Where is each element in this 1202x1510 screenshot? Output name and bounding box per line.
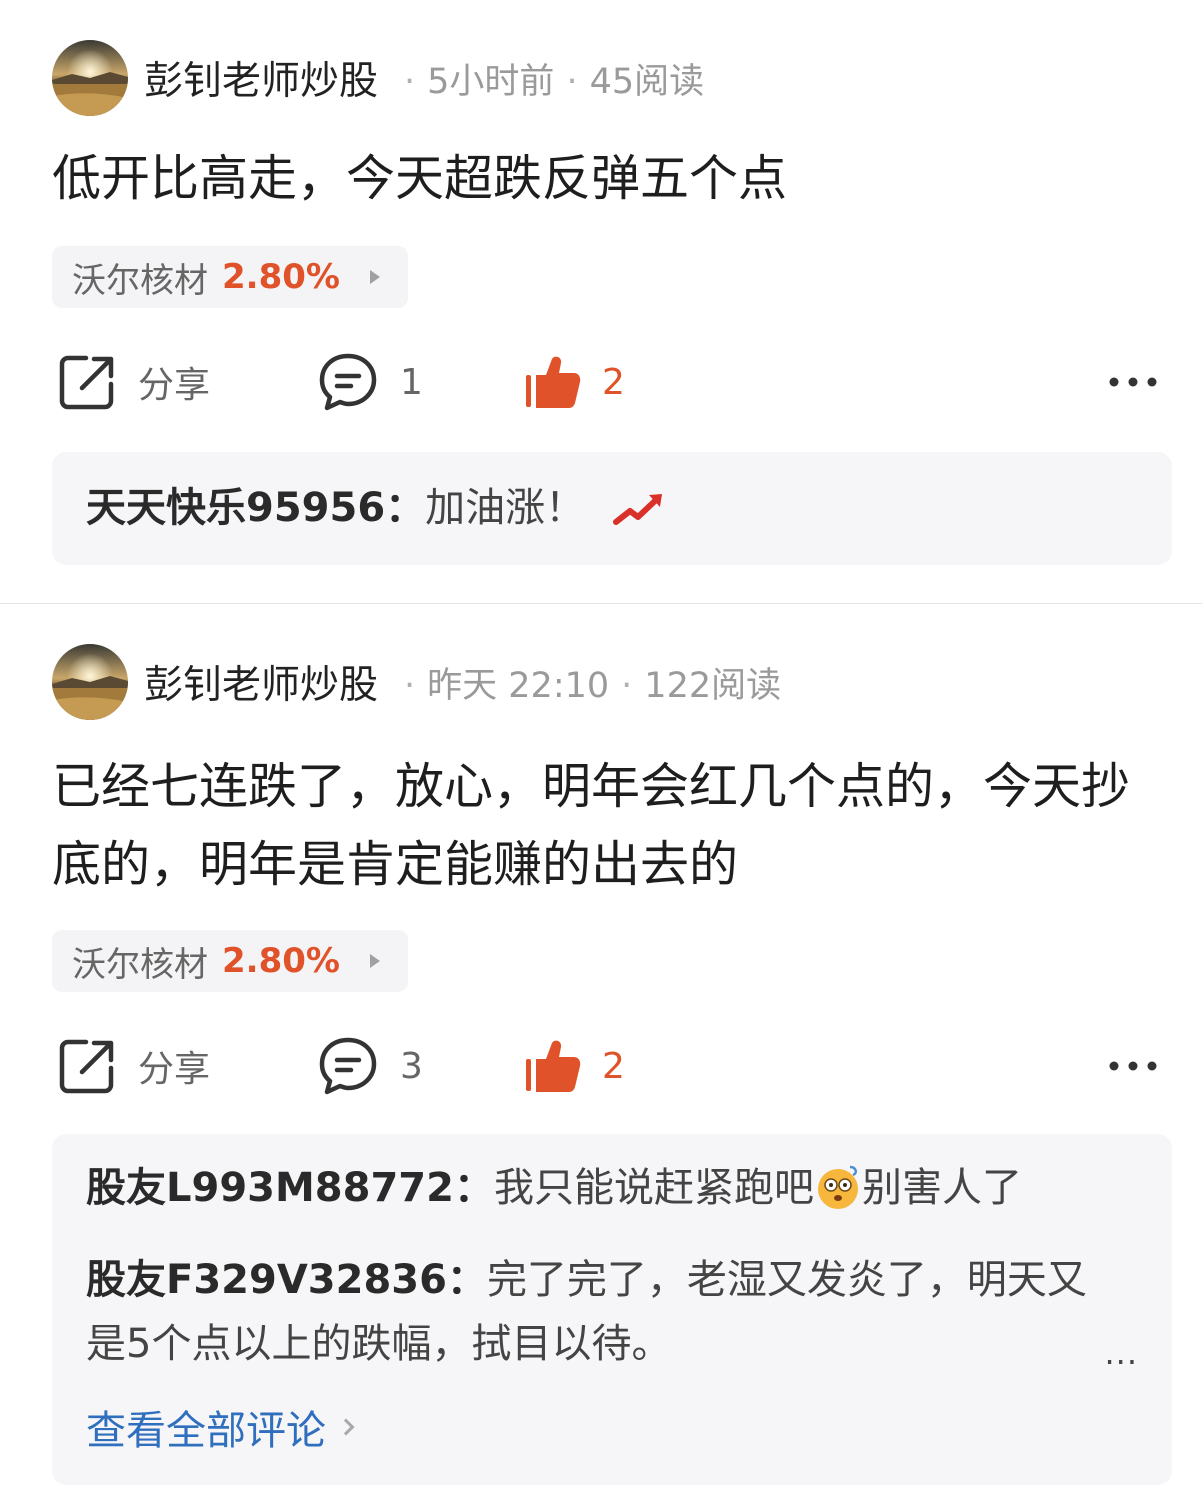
more-options-button[interactable] (1108, 1036, 1158, 1096)
read-count: 122阅读 (644, 665, 782, 706)
author-name[interactable]: 彭钊老师炒股 (144, 50, 378, 106)
thumbs-up-icon (526, 356, 581, 408)
more-icon (1109, 1061, 1157, 1071)
meta-separator: · (404, 665, 416, 706)
author-avatar[interactable] (52, 644, 128, 720)
like-button[interactable]: 2 (524, 352, 625, 412)
stock-change: 2.80% (222, 941, 340, 981)
post-card[interactable]: 彭钊老师炒股 · 昨天 22:10 · 122阅读 已经七连跌了，放心，明年会红几个点… (0, 604, 1202, 1510)
stock-name: 沃尔核材 (72, 260, 208, 301)
share-icon (59, 355, 114, 410)
post-content[interactable]: 低开比高走，今天超跌反弹五个点 (52, 140, 1162, 218)
comment-more-indicator[interactable]: ... (1104, 1334, 1138, 1372)
like-button[interactable]: 2 (524, 1036, 625, 1096)
meta-separator: · (566, 61, 578, 102)
view-all-label: 查看全部评论 (86, 1408, 326, 1454)
comment-text: 别害人了 (861, 1165, 1022, 1211)
post-time: 昨天 22:10 (427, 665, 610, 706)
share-label: 分享 (138, 1049, 211, 1090)
triangle-right-icon (369, 270, 380, 284)
share-button[interactable]: 分享 (58, 1036, 210, 1096)
comment-preview[interactable]: 天天快乐95956：加油涨！ (52, 452, 1172, 565)
chevron-right-icon (337, 1418, 355, 1436)
meta-separator: · (404, 61, 416, 102)
comment-preview[interactable]: 股友L993M88772：我只能说赶紧跑吧 别害人了 股友F329V32836：… (52, 1134, 1172, 1485)
author-avatar[interactable] (52, 40, 128, 116)
stock-tag[interactable]: 沃尔核材 2.80% (52, 246, 408, 308)
comment-icon (319, 1037, 377, 1095)
comment-text: 我只能说赶紧跑吧 (493, 1165, 814, 1211)
share-label: 分享 (138, 365, 211, 406)
post-card[interactable]: 彭钊老师炒股 · 5小时前 · 45阅读 低开比高走，今天超跌反弹五个点 沃尔核材 2… (0, 0, 1202, 603)
post-meta: · 5小时前 · 45阅读 (392, 53, 704, 104)
post-time: 5小时前 (427, 61, 555, 102)
share-icon (59, 1039, 114, 1094)
post-header: 彭钊老师炒股 · 5小时前 · 45阅读 (52, 40, 704, 116)
comment-button[interactable]: 3 (318, 1036, 423, 1096)
comment-item[interactable]: 天天快乐95956：加油涨！ (86, 476, 1146, 540)
comment-count: 1 (400, 361, 423, 403)
trend-up-icon (613, 494, 663, 525)
comment-user[interactable]: 股友F329V32836： (86, 1257, 487, 1303)
comment-user[interactable]: 天天快乐95956： (86, 485, 425, 531)
share-button[interactable]: 分享 (58, 352, 210, 412)
stock-name: 沃尔核材 (72, 944, 208, 985)
comment-item[interactable]: 股友F329V32836：完了完了，老湿又发炎了，明天又是5个点以上的跌幅，拭目… (86, 1248, 1126, 1376)
comment-icon (319, 353, 377, 411)
stock-tag[interactable]: 沃尔核材 2.80% (52, 930, 408, 992)
like-count: 2 (602, 1045, 625, 1087)
dizzy-face-emoji-icon (817, 1165, 858, 1209)
meta-separator: · (621, 665, 633, 706)
comment-button[interactable]: 1 (318, 352, 423, 412)
post-content[interactable]: 已经七连跌了，放心，明年会红几个点的，今天抄底的，明年是肯定能赚的出去的 (52, 748, 1162, 904)
stock-change: 2.80% (222, 257, 340, 297)
action-bar: 分享 3 2 (0, 1036, 1202, 1096)
comment-user[interactable]: 股友L993M88772： (86, 1165, 494, 1211)
action-bar: 分享 1 2 (0, 352, 1202, 412)
comment-count: 3 (400, 1045, 423, 1087)
thumbs-up-icon (526, 1040, 581, 1092)
view-all-comments-link[interactable]: 查看全部评论 (86, 1398, 355, 1456)
comment-text: 加油涨！ (425, 485, 586, 531)
post-meta: · 昨天 22:10 · 122阅读 (392, 657, 781, 708)
triangle-right-icon (369, 954, 380, 968)
more-options-button[interactable] (1108, 352, 1158, 412)
read-count: 45阅读 (589, 61, 705, 102)
author-name[interactable]: 彭钊老师炒股 (144, 654, 378, 710)
post-header: 彭钊老师炒股 · 昨天 22:10 · 122阅读 (52, 644, 781, 720)
like-count: 2 (602, 361, 625, 403)
comment-item[interactable]: 股友L993M88772：我只能说赶紧跑吧 别害人了 (86, 1156, 1146, 1220)
more-icon (1109, 377, 1157, 387)
